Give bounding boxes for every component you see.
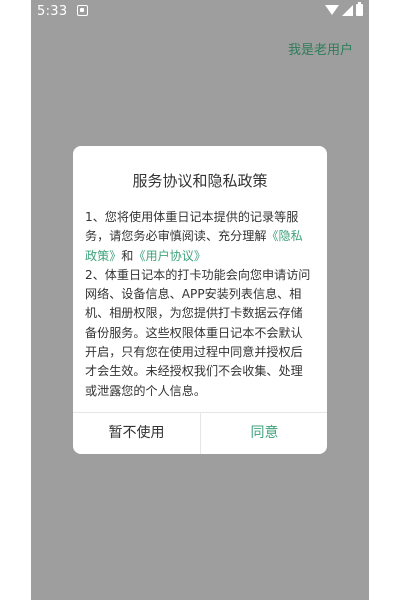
dialog-paragraph-2: 2、体重日记本的打卡功能会向您申请访问网络、设备信息、APP安装列表信息、相机、… [85, 267, 311, 398]
agree-button[interactable]: 同意 [201, 413, 327, 454]
dialog-paragraph-1: 1、您将使用体重日记本提供的记录等服务，请您务必审慎阅读、充分理解《隐私政策》和… [85, 208, 313, 266]
app-screen: 5:33 我是老用户 服务协议和隐私政策 1、您将使用体重日记本提供的记录等服务… [31, 0, 369, 600]
signal-icon [342, 4, 353, 16]
status-time: 5:33 [37, 4, 68, 19]
status-bar: 5:33 [31, 0, 369, 24]
old-user-link[interactable]: 我是老用户 [288, 39, 353, 58]
privacy-dialog: 服务协议和隐私政策 1、您将使用体重日记本提供的记录等服务，请您务必审慎阅读、充… [73, 146, 327, 454]
and-text: 和 [121, 248, 134, 263]
status-icons [325, 2, 363, 16]
notification-icon [77, 5, 88, 16]
battery-icon [356, 2, 363, 16]
user-agreement-link[interactable]: 《用户协议》 [133, 249, 206, 263]
wifi-icon [325, 5, 339, 15]
dialog-title: 服务协议和隐私政策 [132, 172, 268, 190]
decline-button[interactable]: 暂不使用 [73, 413, 200, 454]
dialog-body: 1、您将使用体重日记本提供的记录等服务，请您务必审慎阅读、充分理解《隐私政策》和… [85, 208, 313, 401]
